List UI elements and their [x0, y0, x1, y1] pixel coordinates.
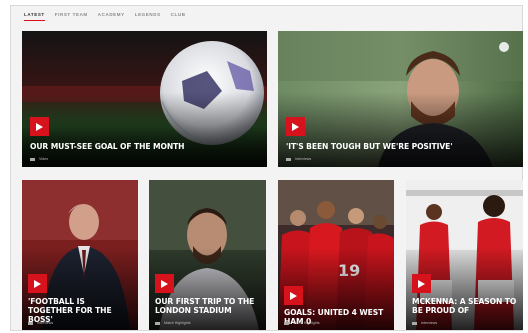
tab-legends[interactable]: LEGENDS	[135, 12, 161, 18]
play-icon	[292, 122, 299, 131]
play-icon	[34, 279, 41, 288]
play-button[interactable]	[286, 117, 305, 136]
tab-first-team[interactable]: FIRST TEAM	[55, 12, 88, 18]
play-icon	[418, 279, 425, 288]
tab-club[interactable]: CLUB	[171, 12, 186, 18]
card-meta: Interviews	[28, 321, 53, 325]
card-meta: Match Highlights	[284, 321, 320, 325]
tab-academy[interactable]: ACADEMY	[98, 12, 125, 18]
play-button[interactable]	[28, 274, 47, 293]
video-card-together-for-the-boss[interactable]: 'FOOTBALL IS TOGETHER FOR THE BOSS' Inte…	[22, 180, 138, 330]
card-headline: MCKENNA: A SEASON TO BE PROUD OF	[412, 297, 517, 315]
video-icon	[412, 321, 417, 325]
card-meta: Interviews	[286, 157, 311, 161]
card-meta: Video	[30, 157, 48, 161]
video-icon	[28, 321, 33, 325]
video-card-london-stadium[interactable]: OUR FIRST TRIP TO THE LONDON STADIUM Mat…	[149, 180, 266, 330]
play-button[interactable]	[155, 274, 174, 293]
play-button[interactable]	[412, 274, 431, 293]
tab-latest[interactable]: LATEST	[24, 12, 45, 21]
card-headline: OUR FIRST TRIP TO THE LONDON STADIUM	[155, 297, 255, 315]
video-card-tough-but-positive[interactable]: 'IT'S BEEN TOUGH BUT WE'RE POSITIVE' Int…	[278, 31, 523, 167]
video-card-mckenna-season[interactable]: MCKENNA: A SEASON TO BE PROUD OF Intervi…	[406, 180, 523, 330]
play-icon	[36, 122, 43, 131]
category-tabs: LATEST FIRST TEAM ACADEMY LEGENDS CLUB	[24, 12, 186, 21]
video-icon	[286, 157, 291, 161]
play-icon	[290, 291, 297, 300]
card-meta: Interviews	[412, 321, 437, 325]
video-icon	[30, 157, 35, 161]
play-icon	[161, 279, 168, 288]
play-button[interactable]	[284, 286, 303, 305]
card-meta: Match Highlights	[155, 321, 191, 325]
card-headline: 'IT'S BEEN TOUGH BUT WE'RE POSITIVE'	[286, 142, 453, 151]
video-icon	[155, 321, 160, 325]
video-card-goal-of-month[interactable]: OUR MUST-SEE GOAL OF THE MONTH Video	[22, 31, 267, 167]
video-card-united-west-ham[interactable]: 19 GOALS: UNITED 4 WEST HAM 0 Match High…	[278, 180, 394, 330]
play-button[interactable]	[30, 117, 49, 136]
card-headline: OUR MUST-SEE GOAL OF THE MONTH	[30, 142, 185, 151]
video-icon	[284, 321, 289, 325]
card-headline: 'FOOTBALL IS TOGETHER FOR THE BOSS'	[28, 297, 112, 324]
